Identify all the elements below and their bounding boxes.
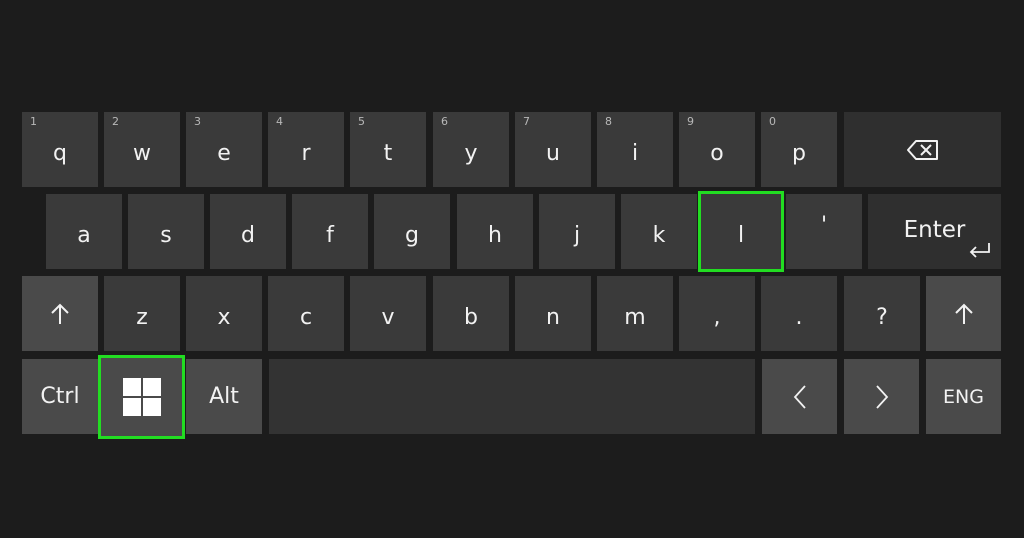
key-number-hint: 6 (441, 115, 448, 128)
key-apostrophe[interactable]: ' (786, 194, 862, 269)
key-number-hint: 3 (194, 115, 201, 128)
enter-return-icon (967, 239, 993, 265)
language-label: ENG (943, 385, 984, 408)
windows-logo-icon (121, 376, 163, 418)
chevron-left-icon (792, 384, 808, 410)
key-label: j (573, 223, 581, 248)
alt-label: Alt (209, 384, 239, 409)
key-b[interactable]: b (433, 276, 509, 351)
key-label: ? (876, 305, 888, 330)
key-d[interactable]: d (210, 194, 286, 269)
key-number-hint: 2 (112, 115, 119, 128)
windows-key[interactable] (98, 355, 185, 439)
key-l[interactable]: l (698, 191, 784, 272)
key-label: , (713, 305, 721, 330)
key-number-hint: 7 (523, 115, 530, 128)
arrow-left-key[interactable] (762, 359, 837, 434)
key-number-hint: 0 (769, 115, 776, 128)
key-label: a (77, 223, 91, 248)
key-u[interactable]: 7 u (515, 112, 591, 187)
key-label: u (546, 141, 560, 166)
key-label: c (299, 305, 313, 330)
key-period[interactable]: . (761, 276, 837, 351)
ctrl-key[interactable]: Ctrl (22, 359, 98, 434)
backspace-key[interactable] (844, 112, 1001, 187)
key-q[interactable]: 1 q (22, 112, 98, 187)
spacebar[interactable] (269, 359, 755, 434)
key-k[interactable]: k (621, 194, 697, 269)
key-question[interactable]: ? (844, 276, 920, 351)
key-f[interactable]: f (292, 194, 368, 269)
key-label: v (381, 305, 395, 330)
key-z[interactable]: z (104, 276, 180, 351)
shift-arrow-icon (50, 302, 70, 326)
key-label: m (624, 305, 646, 330)
ctrl-label: Ctrl (40, 384, 80, 409)
key-label: f (326, 223, 334, 248)
chevron-right-icon (874, 384, 890, 410)
key-e[interactable]: 3 e (186, 112, 262, 187)
key-label: b (464, 305, 478, 330)
key-label: n (546, 305, 560, 330)
key-s[interactable]: s (128, 194, 204, 269)
key-comma[interactable]: , (679, 276, 755, 351)
enter-label: Enter (903, 216, 966, 243)
key-label: w (133, 141, 151, 166)
key-m[interactable]: m (597, 276, 673, 351)
key-o[interactable]: 9 o (679, 112, 755, 187)
enter-key[interactable]: Enter (868, 194, 1001, 269)
key-g[interactable]: g (374, 194, 450, 269)
key-number-hint: 9 (687, 115, 694, 128)
key-x[interactable]: x (186, 276, 262, 351)
language-key[interactable]: ENG (926, 359, 1001, 434)
key-label: t (383, 141, 393, 166)
key-p[interactable]: 0 p (761, 112, 837, 187)
key-label: e (217, 141, 231, 166)
arrow-right-key[interactable] (844, 359, 919, 434)
key-w[interactable]: 2 w (104, 112, 180, 187)
key-number-hint: 1 (30, 115, 37, 128)
backspace-icon (906, 139, 940, 161)
key-label: h (488, 223, 502, 248)
key-j[interactable]: j (539, 194, 615, 269)
key-label: o (710, 141, 724, 166)
key-label: z (136, 305, 148, 330)
key-v[interactable]: v (350, 276, 426, 351)
shift-left-key[interactable] (22, 276, 98, 351)
key-label: y (464, 141, 478, 166)
key-label: s (160, 223, 172, 248)
key-i[interactable]: 8 i (597, 112, 673, 187)
key-label: ' (820, 213, 828, 238)
key-h[interactable]: h (457, 194, 533, 269)
shift-right-key[interactable] (926, 276, 1001, 351)
touch-keyboard: 1 q 2 w 3 e 4 r 5 t 6 y 7 u 8 i 9 o 0 p (0, 0, 1024, 538)
key-y[interactable]: 6 y (433, 112, 509, 187)
key-label: q (53, 141, 67, 166)
key-r[interactable]: 4 r (268, 112, 344, 187)
key-number-hint: 5 (358, 115, 365, 128)
key-label: . (795, 305, 803, 330)
key-a[interactable]: a (46, 194, 122, 269)
key-label: g (405, 223, 419, 248)
key-label: i (631, 141, 639, 166)
key-label: d (241, 223, 255, 248)
key-t[interactable]: 5 t (350, 112, 426, 187)
key-n[interactable]: n (515, 276, 591, 351)
key-label: k (652, 223, 666, 248)
key-label: r (301, 141, 311, 166)
shift-arrow-icon (954, 302, 974, 326)
key-label: l (737, 223, 745, 248)
key-number-hint: 8 (605, 115, 612, 128)
key-label: p (792, 141, 806, 166)
key-number-hint: 4 (276, 115, 283, 128)
key-label: x (217, 305, 231, 330)
key-c[interactable]: c (268, 276, 344, 351)
alt-key[interactable]: Alt (186, 359, 262, 434)
